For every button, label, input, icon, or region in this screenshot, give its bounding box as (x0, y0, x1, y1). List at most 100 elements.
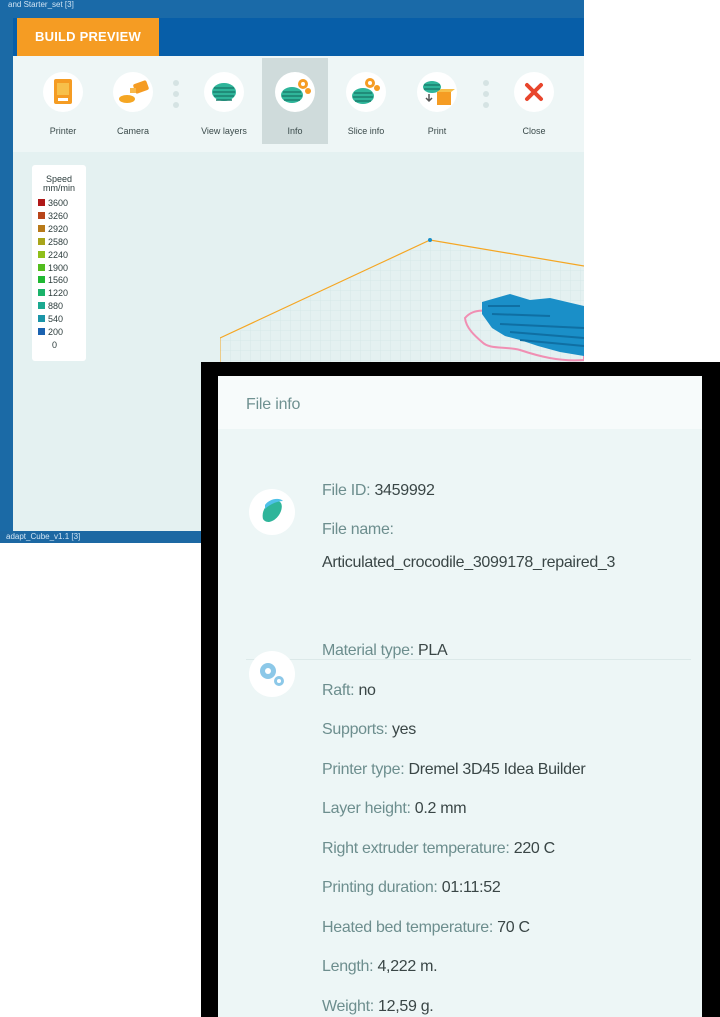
detail-value: 220 C (513, 839, 556, 857)
print-box-icon (417, 72, 457, 112)
detail-row: Layer height: 0.2 mm (322, 800, 467, 818)
slice-info-button[interactable]: Slice info (333, 58, 399, 144)
detail-value: 70 C (497, 918, 530, 936)
legend-entry: 3260 (38, 211, 68, 221)
legend-value: 200 (48, 327, 64, 337)
build-plate-view[interactable] (220, 210, 584, 380)
file-info-panel: File info File ID: 3459992 File name: Ar… (218, 376, 702, 1017)
detail-label: Raft: (322, 681, 355, 699)
close-button[interactable]: Close (501, 58, 567, 144)
close-label: Close (522, 126, 546, 136)
detail-row: Length: 4,222 m. (322, 958, 438, 976)
file-name-value-row: Articulated_crocodile_3099178_repaired_3 (322, 554, 615, 572)
legend-entry: 2920 (38, 224, 68, 234)
legend-swatch (38, 237, 45, 245)
build-preview-tab[interactable]: BUILD PREVIEW (17, 18, 159, 56)
camera-icon (113, 72, 153, 112)
detail-value: 4,222 m. (377, 958, 438, 975)
detail-row: Printing duration: 01:11:52 (322, 879, 501, 897)
legend-value: 540 (48, 314, 64, 325)
detail-label: Supports: (322, 721, 388, 738)
legend-unit: mm/min (43, 183, 75, 193)
legend-value: 3600 (48, 198, 69, 208)
legend-value: 0 (52, 339, 58, 350)
layers-icon (204, 72, 244, 112)
legend-entry: 1900 (38, 263, 68, 273)
detail-value: yes (391, 721, 416, 738)
file-info-dialog: File info File ID: 3459992 File name: Ar… (201, 362, 720, 1017)
legend-swatch (38, 315, 45, 323)
detail-row: Printer type: Dremel 3D45 Idea Builder (322, 760, 586, 779)
close-x-icon (514, 72, 554, 112)
view-layers-label: View layers (201, 126, 247, 136)
file-name-value: Articulated_crocodile_3099178_repaired_3 (322, 554, 616, 571)
detail-value: 0.2 mm (414, 800, 467, 817)
detail-label: Right extruder temperature: (322, 839, 510, 857)
dialog-header: File info (218, 376, 702, 429)
camera-button[interactable]: Camera (100, 58, 166, 144)
print-label: Print (427, 126, 447, 136)
dialog-body: File ID: 3459992 File name: Articulated_… (218, 429, 702, 1017)
build-preview-header: BUILD PREVIEW (13, 18, 584, 56)
left-sidebar-strip (0, 10, 13, 535)
preview-toolbar: Printer Camera View layers Info Slice in… (13, 56, 584, 152)
detail-label: Weight: (322, 997, 374, 1015)
detail-label: Printing duration: (322, 879, 438, 896)
file-id-label: File ID: (322, 482, 371, 499)
camera-label: Camera (116, 126, 149, 136)
legend-value: 3260 (48, 210, 69, 221)
info-button[interactable]: Info (262, 58, 328, 144)
legend-value: 2240 (48, 249, 69, 260)
file-id-row: File ID: 3459992 (322, 482, 435, 500)
legend-entry: 1220 (38, 288, 68, 298)
detail-label: Heated bed temperature: (322, 918, 493, 936)
toolbar-separator (173, 80, 179, 110)
detail-row: Right extruder temperature: 220 C (322, 840, 555, 858)
printer-label: Printer (49, 126, 77, 136)
speed-legend: Speed mm/min 3600 3260 2920 2580 2240 1900 156… (32, 165, 86, 361)
legend-entry: 540 (38, 314, 63, 324)
detail-row: Heated bed temperature: 70 C (322, 919, 530, 937)
print-button[interactable]: Print (404, 58, 470, 144)
legend-value: 1560 (48, 275, 69, 286)
info-label: Info (287, 126, 303, 136)
printer-icon (43, 72, 83, 112)
detail-row: Weight: 12,59 g. (322, 997, 434, 1016)
legend-swatch (38, 302, 45, 310)
settings-gear-icon (249, 651, 295, 697)
detail-label: Printer type: (322, 760, 405, 778)
window-title: and Starter_set [3] (8, 0, 74, 9)
legend-entry: 1560 (38, 275, 68, 285)
detail-label: Layer height: (322, 800, 411, 817)
printer-button[interactable]: Printer (30, 58, 96, 144)
file-name-label: File name: (322, 521, 394, 538)
legend-value: 2580 (48, 236, 69, 247)
legend-value: 880 (48, 301, 64, 312)
legend-swatch (38, 276, 45, 284)
legend-entry: 2580 (38, 237, 68, 247)
legend-entry: 880 (38, 301, 63, 311)
detail-value: 12,59 g. (378, 997, 434, 1015)
detail-row: Raft: no (322, 682, 376, 700)
legend-swatch (38, 211, 45, 219)
section-divider (246, 659, 691, 660)
file-model-icon (249, 489, 295, 535)
info-gear-icon (275, 72, 315, 112)
legend-swatch (38, 263, 45, 271)
legend-swatch (38, 328, 45, 335)
legend-swatch (38, 250, 45, 258)
legend-swatch (38, 199, 45, 206)
file-name-row: File name: (322, 521, 394, 539)
legend-value: 1900 (48, 262, 69, 273)
detail-value: no (358, 681, 376, 699)
detail-value: 01:11:52 (441, 879, 501, 896)
detail-value: Dremel 3D45 Idea Builder (408, 760, 586, 778)
legend-value: 2920 (48, 223, 69, 234)
view-layers-button[interactable]: View layers (191, 58, 257, 144)
toolbar-separator (483, 80, 489, 110)
detail-value: PLA (418, 642, 448, 659)
legend-entry: 2240 (38, 250, 68, 260)
slice-info-label: Slice info (347, 126, 385, 136)
legend-swatch (38, 224, 45, 232)
file-id-value: 3459992 (374, 482, 435, 499)
